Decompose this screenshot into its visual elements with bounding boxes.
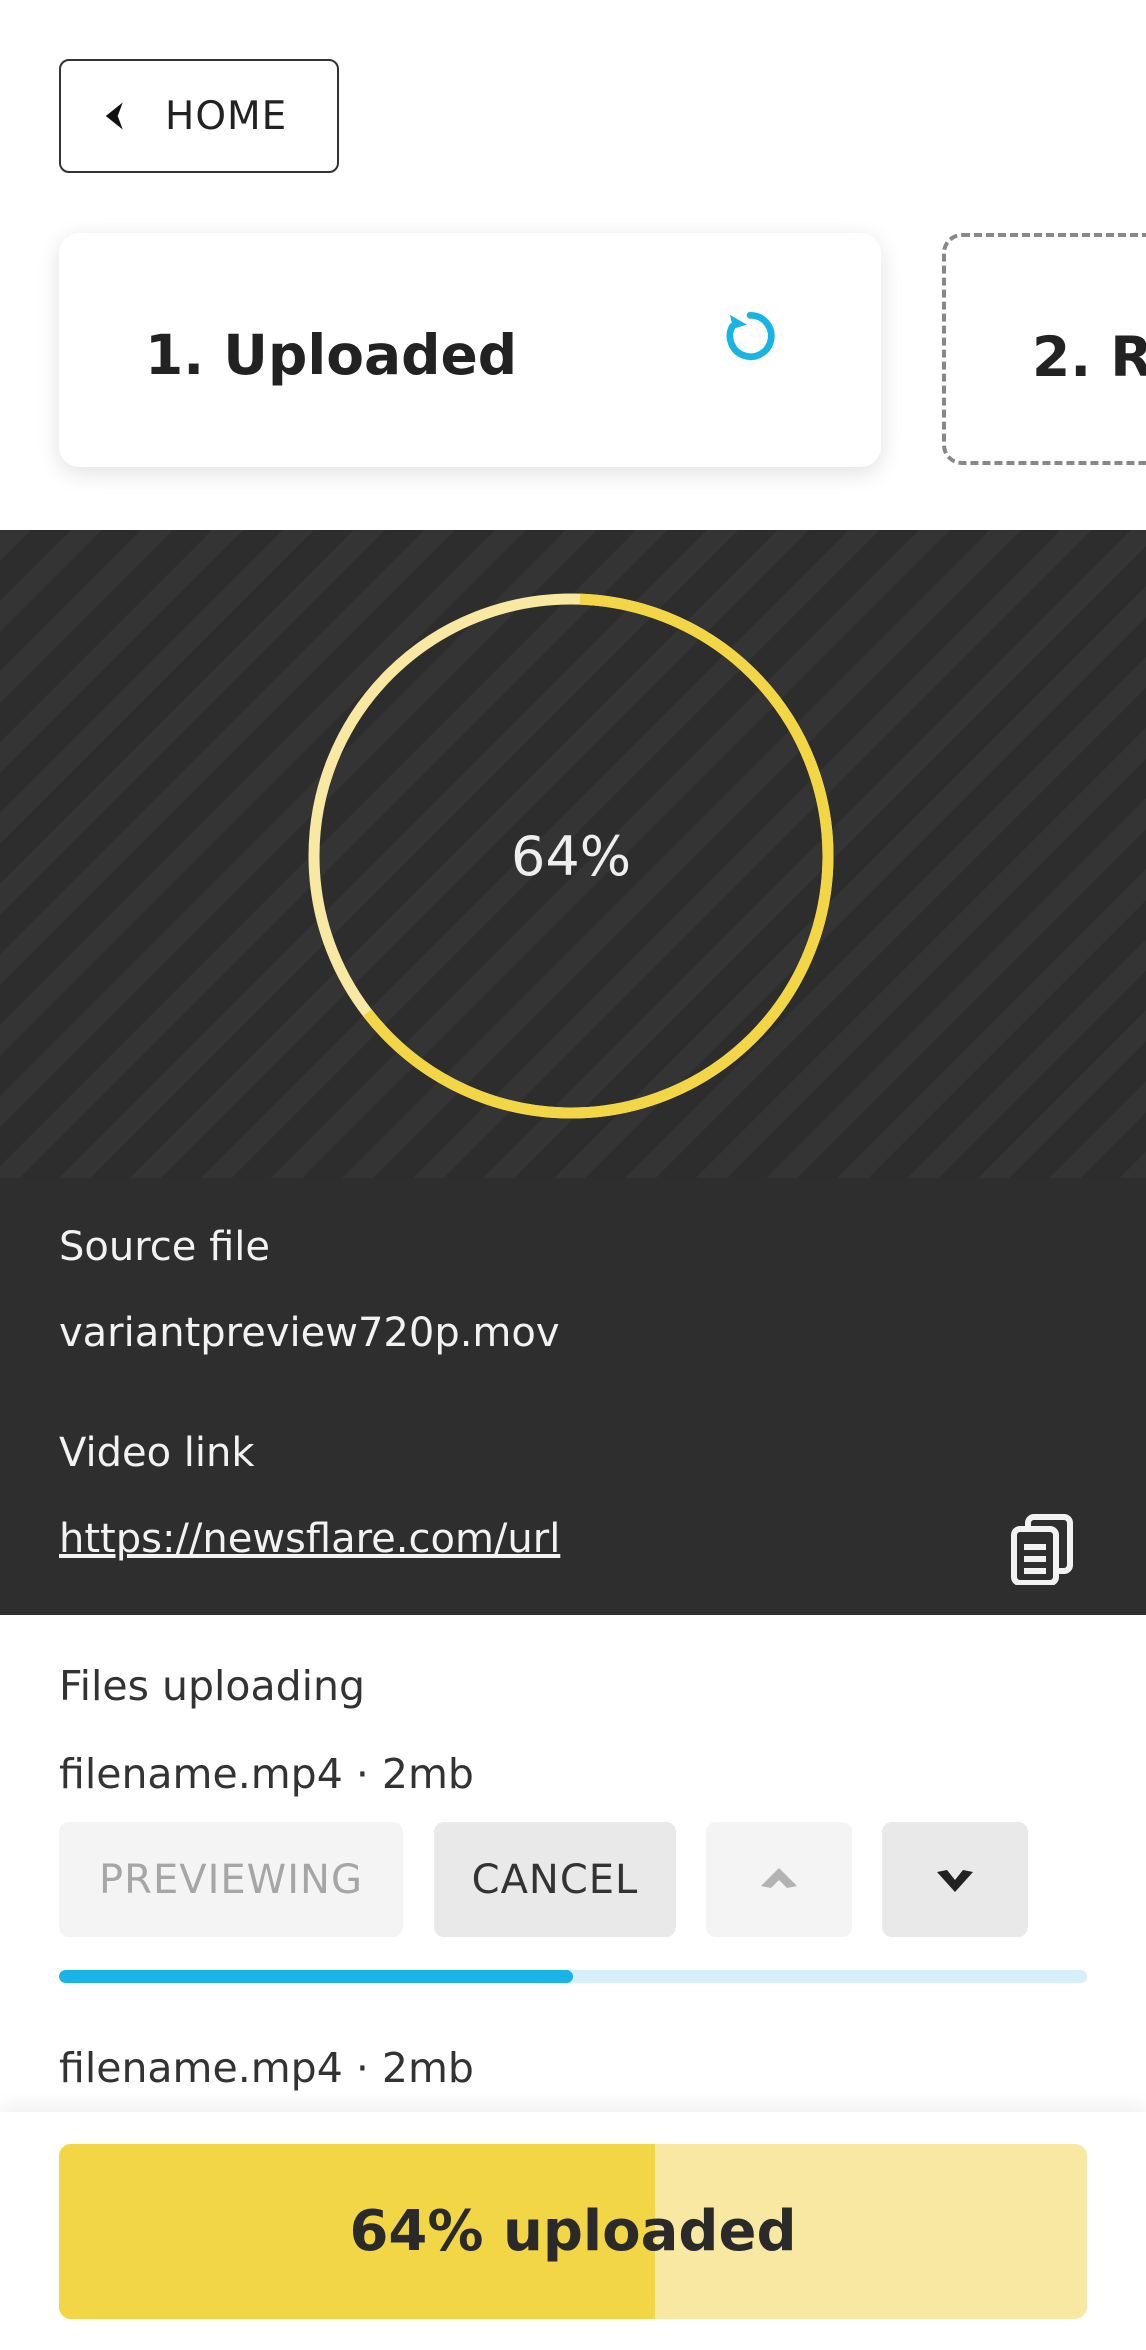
cancel-button[interactable]: CANCEL [434,1822,676,1937]
upload-progress-button[interactable]: 64% uploaded [59,2144,1087,2319]
source-file-label: Source file [59,1224,271,1270]
previewing-button[interactable]: PREVIEWING [59,1822,403,1937]
video-link[interactable]: https://newsflare.com/url [59,1516,560,1562]
chevron-up-icon [761,1867,797,1888]
video-link-label: Video link [59,1430,255,1476]
file-progress-fill [59,1970,573,1983]
move-down-button[interactable] [882,1822,1028,1937]
copy-icon[interactable] [1010,1513,1074,1585]
step-card-review[interactable]: 2. Re [942,233,1146,465]
home-label: HOME [165,93,288,139]
refresh-icon[interactable] [719,305,781,367]
files-uploading-heading: Files uploading [59,1662,366,1710]
step-title: 2. Re [1032,325,1146,389]
file-progress-bar [59,1970,1087,1983]
chevron-down-icon [937,1869,973,1892]
chevron-left-icon [105,102,123,130]
step-title: 1. Uploaded [145,323,518,387]
bottom-bar: 64% uploaded [0,2112,1146,2350]
step-card-uploaded[interactable]: 1. Uploaded [59,233,881,467]
video-preview: 64% [0,530,1146,1178]
source-file-value: variantpreview720p.mov [59,1310,560,1356]
file-info-panel: Source file variantpreview720p.mov Video… [0,1178,1146,1615]
home-button[interactable]: HOME [59,59,339,173]
progress-percent: 64% [510,824,632,888]
file-name: filename.mp4 · 2mb [59,2044,474,2092]
upload-progress-label: 64% uploaded [349,2199,797,2264]
file-name: filename.mp4 · 2mb [59,1750,474,1798]
move-up-button[interactable] [706,1822,852,1937]
